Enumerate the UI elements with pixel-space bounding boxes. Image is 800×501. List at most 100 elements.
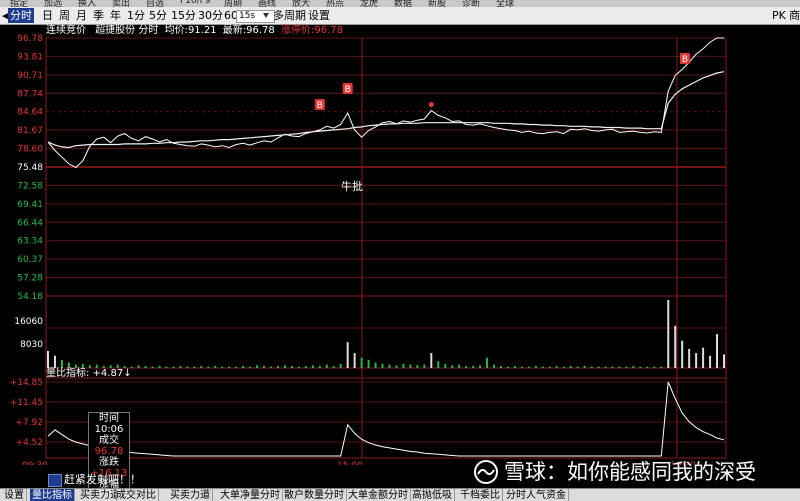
buy-marker-label: B <box>317 101 323 111</box>
top-menu-item[interactable]: 龙虎 <box>360 0 378 7</box>
volume-bar <box>263 365 266 368</box>
volume-bar <box>625 366 628 368</box>
top-menu-item[interactable]: 数据 <box>394 0 412 7</box>
volume-bar <box>144 365 147 368</box>
chart-frame <box>45 37 727 459</box>
top-menu-item[interactable]: 加选 <box>44 0 62 7</box>
tab-deal-compare[interactable]: 成交对比 <box>114 489 159 501</box>
top-menu-item[interactable]: 自选 <box>146 0 164 7</box>
volume-axis-label: 8030 <box>20 340 43 350</box>
tab-buy-sell-force[interactable]: 买卖力道 <box>168 489 213 501</box>
volume-bar <box>228 366 231 368</box>
top-menu-item[interactable]: F10/F9 <box>180 0 211 6</box>
top-menu-item[interactable]: 热点 <box>326 0 344 7</box>
top-menu-item[interactable]: 全球 <box>496 0 514 7</box>
volume-bar <box>367 359 370 368</box>
volume-bar <box>597 366 600 368</box>
volume-bar <box>562 366 565 368</box>
volume-bar <box>221 366 224 368</box>
volume-bar <box>193 366 196 368</box>
top-menu-item[interactable]: 卖出 <box>112 0 130 7</box>
time-label: 15:00 <box>337 461 363 465</box>
limit-value: 96.78 <box>314 25 343 36</box>
pk-button[interactable]: PK <box>770 8 788 23</box>
tab-buy-sell-force-left[interactable]: 买卖力道 <box>78 489 117 501</box>
tab-5min[interactable]: 5分 <box>147 8 169 23</box>
news-ticker[interactable]: 赶紧发射吧！！ <box>64 472 141 487</box>
watermark-tagline: 如你能感同我的深受 <box>567 460 756 484</box>
ratio-axis-label: +14.85 <box>10 378 43 388</box>
volume-bar <box>409 364 412 368</box>
top-menu-item[interactable]: 周期 <box>224 0 242 7</box>
volume-bar <box>618 366 621 368</box>
chart-annotation: 牛批 <box>341 179 363 193</box>
multi-period-button[interactable]: 多周期 <box>271 8 308 23</box>
tab-day[interactable]: 日 <box>40 8 55 23</box>
volume-bar <box>200 365 203 368</box>
volume-bar <box>667 300 670 368</box>
tooltip-change-label: 涨跌 <box>99 457 119 468</box>
volume-bar <box>332 365 335 368</box>
volume-bar <box>674 325 677 368</box>
tab-15min[interactable]: 15分 <box>169 8 198 23</box>
tab-high-low[interactable]: 高抛低吸 <box>410 489 455 501</box>
ratio-axis-label: +7.92 <box>15 418 43 428</box>
top-menu-item[interactable]: 诊断 <box>462 0 480 7</box>
shang-button[interactable]: 商 <box>787 8 800 23</box>
tab-year[interactable]: 年 <box>108 8 123 23</box>
price-axis-label: 78.60 <box>17 145 43 155</box>
volume-bar <box>360 357 363 368</box>
tab-quarter[interactable]: 季 <box>91 8 106 23</box>
top-menu-item[interactable]: 放大 <box>292 0 310 7</box>
tab-retail-count[interactable]: 散户数量分时 <box>282 489 347 501</box>
tab-big-order-amount[interactable]: 大单金额分时 <box>346 489 411 501</box>
volume-bar <box>416 365 419 368</box>
volume-bar <box>395 365 398 368</box>
volume-bar <box>235 366 238 368</box>
volume-bar <box>276 365 279 368</box>
tab-settings[interactable]: 设置 <box>2 489 27 501</box>
volume-bar <box>576 366 579 368</box>
top-menu-bar: 指定 加选 换入 卖出 自选 F10/F9 周期 画线 放大 热点 龙虎 数据 新股 诊断 全球 <box>0 0 800 7</box>
time-label: 09:30 <box>22 461 48 465</box>
message-icon[interactable] <box>48 474 62 487</box>
volume-bar <box>472 365 475 368</box>
top-menu-item[interactable]: 新股 <box>428 0 446 7</box>
tab-popularity-fund[interactable]: 分时人气资金 <box>504 489 569 501</box>
chevron-down-icon[interactable] <box>263 13 269 18</box>
price-axis-label: 87.74 <box>17 89 43 99</box>
snowball-logo-icon <box>474 460 498 484</box>
auction-status: 连续竞价 <box>46 25 86 36</box>
top-menu-item[interactable]: 画线 <box>258 0 276 7</box>
volume-bar <box>186 366 189 368</box>
intraday-chart[interactable]: 96.78 93.81 90.71 87.74 84.64 81.67 78.60 75.48… <box>0 24 800 465</box>
latest-label: 最新: <box>222 25 247 36</box>
volume-bar <box>716 334 719 368</box>
top-menu-item[interactable]: 指定 <box>10 0 28 7</box>
watermark: 雪球：如你能感同我的深受 <box>504 455 756 489</box>
volume-axis-label: 16060 <box>14 317 43 327</box>
down-arrow-icon: ↓ <box>123 368 132 379</box>
price-axis-label: 90.71 <box>17 71 43 81</box>
peak-dot <box>428 102 434 108</box>
volume-bar <box>158 365 161 368</box>
tab-1min[interactable]: 1分 <box>125 8 147 23</box>
volume-bar <box>451 365 454 368</box>
top-menu-item[interactable]: 换入 <box>78 0 96 7</box>
tab-thousand-ratio[interactable]: 千档委比 <box>458 489 503 501</box>
volume-bar <box>437 361 440 368</box>
tab-week[interactable]: 周 <box>57 8 72 23</box>
tab-month[interactable]: 月 <box>74 8 89 23</box>
tab-30min[interactable]: 30分 <box>196 8 225 23</box>
price-axis-label: 72.58 <box>17 181 43 191</box>
interval-select[interactable]: 15s <box>236 10 275 23</box>
tab-intraday[interactable]: 分时 <box>8 8 34 23</box>
settings-button[interactable]: 设置 <box>306 8 332 23</box>
volume-bar <box>242 365 245 368</box>
volume-bar <box>430 353 433 368</box>
volume-bar <box>695 353 698 368</box>
tab-big-order-net[interactable]: 大单净量分时 <box>218 489 283 501</box>
price-axis-label: 75.48 <box>17 163 43 173</box>
tab-volume-ratio[interactable]: 量比指标 <box>30 489 75 501</box>
volume-bar <box>444 363 447 368</box>
